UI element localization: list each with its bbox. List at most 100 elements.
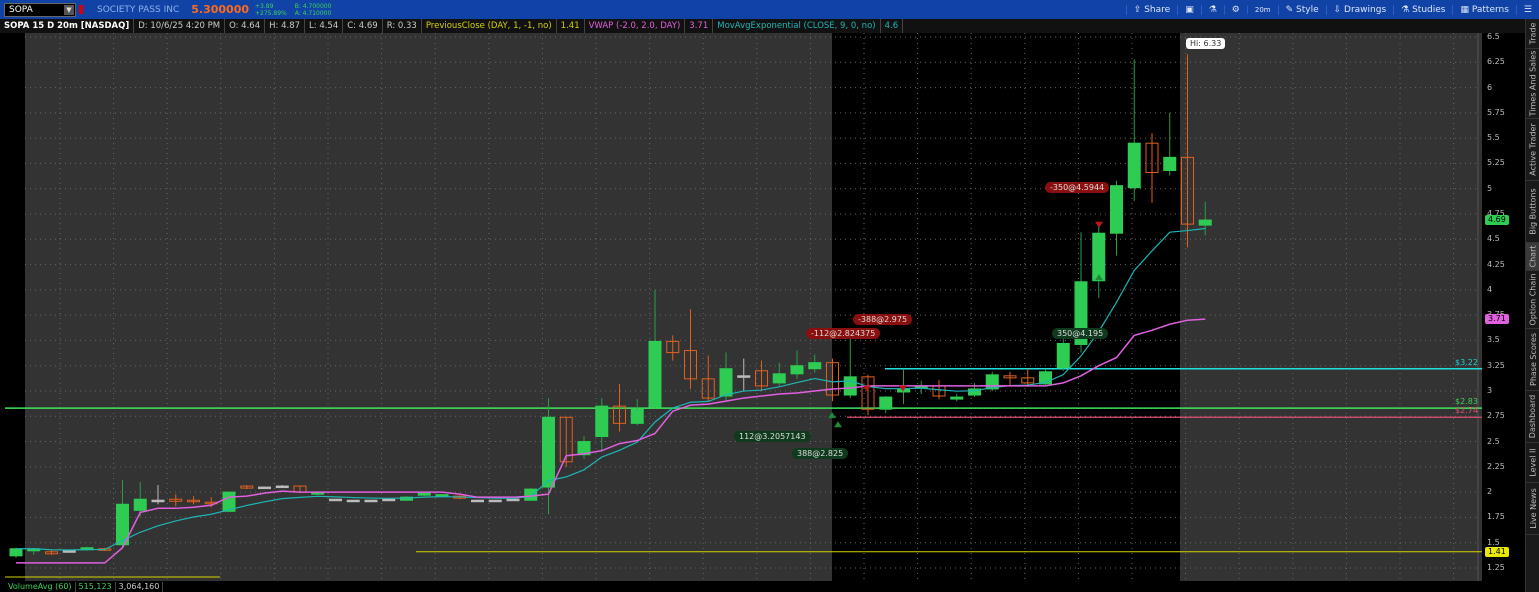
candle-body: [950, 396, 964, 400]
bar-low: L: 4.54: [305, 19, 344, 33]
study-prev-close[interactable]: PreviousClose (DAY, 1, -1, no): [422, 19, 557, 33]
candle-body: [542, 416, 555, 488]
sidebar-tab-label: Chart: [1528, 245, 1538, 268]
chevron-down-icon[interactable]: ▼: [64, 4, 74, 15]
price-tick: 2.25: [1487, 461, 1505, 471]
gear-icon[interactable]: ⚙: [1223, 4, 1247, 15]
sidebar-tab-label: Big Buttons: [1528, 188, 1538, 235]
candle-body: [843, 376, 857, 396]
style-button[interactable]: ✎ Style: [1277, 4, 1326, 15]
sidebar-tab-times-and-sales[interactable]: Times And Sales: [1526, 49, 1539, 119]
study-ema[interactable]: MovAvgExponential (CLOSE, 9, 0, no): [713, 19, 881, 33]
symbol-value: SOPA: [9, 4, 33, 15]
level-label-green: $2.83: [1455, 397, 1478, 406]
timeframe-button[interactable]: 20m: [1246, 5, 1278, 14]
price-tick: 5.75: [1487, 107, 1505, 117]
bar-range: R: 0.33: [383, 19, 422, 33]
sidebar-tab-label: Times And Sales: [1528, 50, 1538, 117]
candle-body: [9, 548, 23, 557]
candle-body: [258, 486, 271, 490]
sidebar-tab-label: Live News: [1528, 488, 1538, 529]
candle-body: [275, 485, 289, 489]
right-sidebar: Trade Times And Sales Active Trader Big But…: [1525, 19, 1539, 592]
price-tick: 6.5: [1487, 32, 1500, 41]
candle-body: [133, 498, 147, 511]
sidebar-tab-label: Option Chain: [1528, 273, 1538, 326]
candle-body: [630, 408, 644, 424]
candle-body: [1198, 219, 1212, 226]
price-tick: 2.5: [1487, 436, 1500, 446]
session-background: [1180, 33, 1482, 581]
volume-strip: VolumeAvg (60) 515,123 3,064,160: [5, 582, 164, 592]
sidebar-tab-label: Active Trader: [1528, 123, 1538, 176]
candle-body: [648, 340, 662, 408]
symbol-input[interactable]: SOPA ▼: [4, 2, 76, 17]
sidebar-tab-big-buttons[interactable]: Big Buttons: [1526, 181, 1539, 243]
studies-button[interactable]: ⚗ Studies: [1393, 4, 1452, 15]
volume-study-label[interactable]: VolumeAvg (60): [5, 582, 76, 592]
price-tick: 1.75: [1487, 512, 1505, 522]
trade-label-buy: 388@2.825: [792, 448, 849, 459]
candle-body: [346, 499, 360, 503]
candle-body: [364, 499, 378, 503]
bar-high: H: 4.87: [265, 19, 306, 33]
level-label-red: $2.74: [1455, 406, 1478, 415]
sidebar-tab-label: Trade: [1528, 22, 1538, 45]
price-tick: 2: [1487, 487, 1493, 497]
net-change: +3.89: [255, 2, 274, 10]
price-axis[interactable]: 6.56.2565.755.55.2554.754.54.2543.753.53…: [1482, 32, 1525, 581]
volume-avg-value: 515,123: [76, 582, 116, 592]
candle-body: [719, 368, 733, 397]
menu-icon[interactable]: ☰: [1515, 4, 1539, 15]
price-tick: 3.5: [1487, 335, 1500, 345]
sidebar-tab-trade[interactable]: Trade: [1526, 19, 1539, 49]
price-tick: 1.25: [1487, 562, 1505, 572]
bid: B: 4.700000: [294, 2, 332, 10]
price-tick: 3.25: [1487, 360, 1505, 370]
ask: A: 4.710000: [294, 9, 332, 17]
price-chart[interactable]: [0, 33, 1482, 581]
price-tick: 1.5: [1487, 537, 1500, 547]
price-tick: 6: [1487, 82, 1493, 92]
sidebar-tab-dashboard[interactable]: Dashboard: [1526, 391, 1539, 443]
sidebar-tab-active-trader[interactable]: Active Trader: [1526, 119, 1539, 181]
sidebar-tab-live-news[interactable]: Live News: [1526, 483, 1539, 535]
sidebar-tab-chart[interactable]: Chart: [1526, 243, 1539, 271]
price-bubble: 3.71: [1485, 314, 1509, 325]
candle-body: [1110, 185, 1123, 234]
candle-body: [62, 550, 76, 553]
price-tick: 5.5: [1487, 133, 1500, 143]
trade-label-sell: -350@4.5944: [1045, 182, 1110, 193]
study-vwap-value: 3.71: [685, 19, 714, 33]
candle-body: [151, 499, 165, 503]
trade-label-sell: -112@2.824375: [806, 328, 881, 339]
candle-body: [1092, 232, 1106, 282]
patterns-button[interactable]: ▦ Patterns: [1452, 4, 1515, 15]
candle-body: [1127, 142, 1141, 189]
share-button[interactable]: ⇪ Share: [1125, 4, 1177, 15]
candle-body: [737, 375, 751, 378]
candle-body: [329, 498, 342, 502]
drawings-button[interactable]: ⇩ Drawings: [1325, 4, 1394, 15]
candle-body: [506, 498, 520, 502]
trade-label-buy: 112@3.2057143: [734, 431, 811, 442]
alert-flag-icon: [79, 5, 83, 14]
candle-body: [808, 362, 822, 370]
session-background: [0, 33, 25, 581]
study-vwap[interactable]: VWAP (-2.0, 2.0, DAY): [585, 19, 686, 33]
flask-icon[interactable]: ⚗: [1200, 4, 1224, 15]
trade-label-sell: -388@2.975: [853, 314, 913, 325]
sidebar-tab-label: Level II: [1528, 448, 1538, 477]
bar-close: C: 4.69: [343, 19, 383, 33]
sidebar-tab-option-chain[interactable]: Option Chain: [1526, 271, 1539, 329]
trade-label-buy: 350@4.195: [1052, 328, 1109, 339]
candle-body: [435, 494, 449, 497]
session-background: [832, 33, 1180, 581]
candle-body: [772, 373, 786, 384]
sidebar-tab-level-ii[interactable]: Level II: [1526, 443, 1539, 483]
sidebar-tab-phase-scores[interactable]: Phase Scores: [1526, 329, 1539, 391]
sidebar-tab-label: Phase Scores: [1528, 332, 1538, 387]
screenshot-icon[interactable]: ▣: [1177, 4, 1201, 15]
study-ema-value: 4.6: [881, 19, 904, 33]
price-tick: 4: [1487, 284, 1493, 294]
